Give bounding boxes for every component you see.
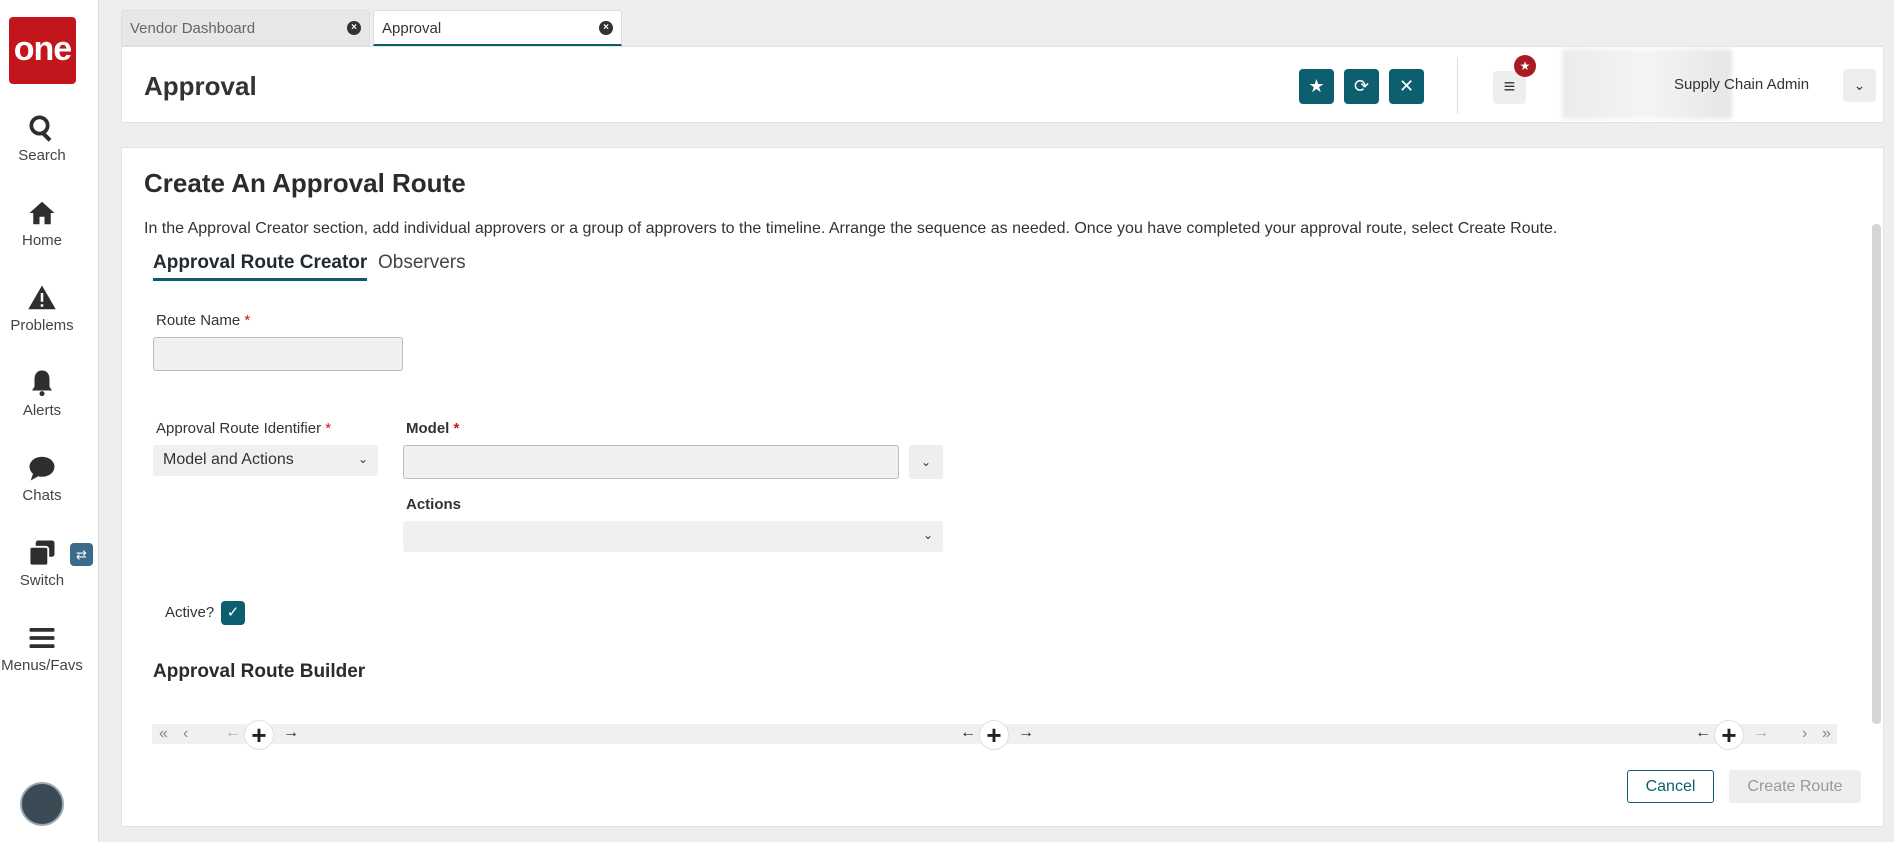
- model-label: Model *: [406, 420, 460, 437]
- refresh-button[interactable]: ⟳: [1344, 69, 1379, 104]
- add-approver-icon[interactable]: +: [979, 720, 1009, 750]
- tab-vendor-dashboard[interactable]: Vendor Dashboard ×: [121, 10, 370, 46]
- create-route-button[interactable]: Create Route: [1729, 770, 1861, 803]
- timeline-node-middle: ← + →: [944, 720, 1048, 750]
- nav-search[interactable]: Search: [0, 113, 84, 164]
- identifier-label: Approval Route Identifier *: [156, 420, 332, 437]
- warning-icon: [0, 283, 84, 315]
- home-icon: [0, 198, 84, 230]
- nav-menus-favs[interactable]: Menus/Favs: [0, 623, 84, 674]
- user-menu-button[interactable]: ⌄: [1843, 69, 1876, 102]
- favorite-button[interactable]: ★: [1299, 69, 1334, 104]
- close-page-button[interactable]: ✕: [1389, 69, 1424, 104]
- model-label-text: Model: [406, 420, 450, 437]
- chevron-down-icon: ⌄: [922, 528, 933, 542]
- page-title: Approval: [144, 71, 257, 101]
- bell-icon: [0, 368, 84, 400]
- nav-home[interactable]: Home: [0, 198, 84, 249]
- list-icon: ≡: [1503, 76, 1516, 98]
- user-avatar[interactable]: [20, 782, 64, 826]
- first-page-icon[interactable]: «: [159, 724, 168, 744]
- close-icon[interactable]: ×: [347, 21, 361, 35]
- switch-arrows-icon[interactable]: ⇄: [70, 543, 93, 566]
- chevron-down-icon: ⌄: [920, 455, 932, 469]
- nav-chats[interactable]: Chats: [0, 453, 84, 504]
- timeline-node-start: ← + →: [209, 720, 313, 750]
- hamburger-icon: [0, 623, 84, 655]
- chevron-down-icon: ⌄: [1853, 77, 1866, 93]
- search-icon: [0, 113, 84, 145]
- route-name-label: Route Name *: [156, 312, 251, 329]
- chevron-down-icon: ⌄: [357, 452, 368, 466]
- divider: [1457, 57, 1458, 114]
- identifier-label-text: Approval Route Identifier: [156, 420, 322, 437]
- nav-problems[interactable]: Problems: [0, 283, 84, 334]
- arrow-left-icon[interactable]: ←: [960, 724, 976, 742]
- timeline-node-end: ← + →: [1679, 720, 1783, 750]
- page-header: Approval ★ ⟳ ✕ ≡ ★ Supply Chain Admin ⌄: [121, 46, 1884, 123]
- user-role: Supply Chain Admin: [1674, 76, 1810, 93]
- nav-alerts[interactable]: Alerts: [0, 368, 84, 419]
- tab-approval-route-creator[interactable]: Approval Route Creator: [153, 252, 368, 281]
- actions-select[interactable]: ⌄: [403, 521, 943, 552]
- arrow-left-icon[interactable]: ←: [225, 724, 241, 742]
- tab-observers[interactable]: Observers: [378, 252, 466, 278]
- active-label: Active?: [165, 604, 215, 621]
- nav-switch-label: Switch: [19, 572, 65, 589]
- identifier-select[interactable]: Model and Actions ⌄: [153, 445, 378, 476]
- vertical-scrollbar[interactable]: [1872, 224, 1881, 724]
- main-card: Create An Approval Route In the Approval…: [121, 147, 1884, 827]
- arrow-left-icon[interactable]: ←: [1695, 724, 1711, 742]
- actions-label: Actions: [406, 496, 462, 513]
- nav-search-label: Search: [18, 147, 66, 164]
- model-input[interactable]: [403, 445, 899, 479]
- arrow-right-icon[interactable]: →: [1018, 724, 1034, 742]
- arrow-right-icon[interactable]: →: [283, 724, 299, 742]
- section-title: Create An Approval Route: [144, 168, 466, 198]
- add-approver-icon[interactable]: +: [1714, 720, 1744, 750]
- arrow-right-icon[interactable]: →: [1753, 724, 1769, 742]
- prev-page-icon[interactable]: ‹: [183, 724, 188, 744]
- model-dropdown-button[interactable]: ⌄: [909, 445, 943, 479]
- close-icon: ✕: [1398, 76, 1415, 96]
- nav-home-label: Home: [21, 232, 62, 249]
- builder-title: Approval Route Builder: [153, 661, 366, 682]
- next-page-icon[interactable]: ›: [1802, 724, 1807, 744]
- nav-menus-label: Menus/Favs: [1, 657, 83, 674]
- active-checkbox[interactable]: ✓: [221, 601, 245, 625]
- star-badge-icon: ★: [1514, 55, 1536, 77]
- nav-problems-label: Problems: [10, 317, 74, 334]
- route-name-label-text: Route Name: [156, 312, 241, 329]
- tab-label: Approval: [382, 20, 442, 37]
- identifier-value: Model and Actions: [163, 451, 294, 468]
- instructions-text: In the Approval Creator section, add ind…: [144, 220, 1558, 237]
- left-nav: one Search Home Problems Alerts Chats Sw…: [0, 0, 99, 842]
- cancel-button[interactable]: Cancel: [1627, 770, 1714, 803]
- check-icon: ✓: [226, 604, 240, 621]
- tab-approval[interactable]: Approval ×: [373, 10, 622, 46]
- app-logo[interactable]: one: [9, 17, 76, 84]
- close-icon[interactable]: ×: [599, 21, 613, 35]
- tab-label: Vendor Dashboard: [130, 20, 256, 37]
- chat-icon: [0, 453, 84, 485]
- nav-chats-label: Chats: [22, 487, 62, 504]
- last-page-icon[interactable]: »: [1822, 724, 1831, 744]
- add-approver-icon[interactable]: +: [244, 720, 274, 750]
- refresh-icon: ⟳: [1353, 76, 1370, 96]
- nav-alerts-label: Alerts: [22, 402, 62, 419]
- star-icon: ★: [1308, 76, 1325, 96]
- route-name-input[interactable]: [153, 337, 403, 371]
